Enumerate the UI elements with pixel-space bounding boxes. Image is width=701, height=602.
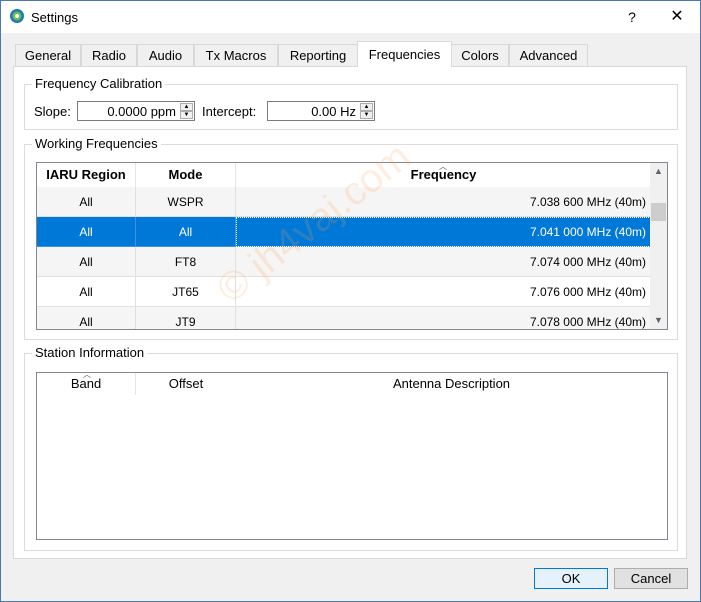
table-row[interactable]: All WSPR 7.038 600 MHz (40m) [37,187,651,217]
column-header-offset[interactable]: Offset [136,373,236,395]
scroll-thumb[interactable] [651,203,666,221]
tab-radio[interactable]: Radio [81,44,137,66]
slope-spinbox[interactable]: 0.0000 ppm ▲ ▼ [77,101,195,121]
tab-colors[interactable]: Colors [451,44,509,66]
frequency-calibration-legend: Frequency Calibration [32,76,166,91]
slope-up-arrow-icon[interactable]: ▲ [180,103,193,111]
cell-region: All [37,187,136,217]
working-frequencies-table: IARU Region Mode Frequency ︿ All WSPR 7.… [36,162,668,330]
slope-value: 0.0000 ppm [107,104,176,119]
tab-frequencies[interactable]: Frequencies [357,41,452,67]
tab-general[interactable]: General [15,44,81,66]
sort-ascending-icon: ︿ [439,162,447,171]
cell-region: All [37,247,136,277]
cancel-button[interactable]: Cancel [614,568,688,589]
table-row[interactable]: All FT8 7.074 000 MHz (40m) [37,247,651,277]
cell-mode: JT65 [136,277,236,307]
slope-down-arrow-icon[interactable]: ▼ [180,111,193,119]
cell-mode: All [136,217,236,247]
cell-region: All [37,217,136,247]
cell-frequency: 7.038 600 MHz (40m) [236,187,651,217]
column-header-antenna-description[interactable]: Antenna Description [236,373,667,395]
title-bar: Settings ? ✕ [1,1,700,33]
frequencies-pane: Frequency Calibration Slope: 0.0000 ppm … [13,66,687,559]
table-row[interactable]: All JT65 7.076 000 MHz (40m) [37,277,651,307]
station-information-table: Band ︿ Offset Antenna Description [36,370,668,540]
cell-region: All [37,277,136,307]
tab-reporting[interactable]: Reporting [278,44,358,66]
tab-advanced[interactable]: Advanced [509,44,588,66]
cell-mode: WSPR [136,187,236,217]
help-button[interactable]: ? [617,7,647,27]
app-logo-icon [10,9,24,23]
cell-mode: FT8 [136,247,236,277]
cell-frequency: 7.074 000 MHz (40m) [236,247,651,277]
intercept-value: 0.00 Hz [311,104,356,119]
cell-frequency: 7.076 000 MHz (40m) [236,277,651,307]
cell-frequency: 7.041 000 MHz (40m) [236,217,651,247]
station-information-legend: Station Information [32,345,148,360]
intercept-spinbox[interactable]: 0.00 Hz ▲ ▼ [267,101,375,121]
intercept-label: Intercept: [202,104,257,119]
cell-frequency: 7.078 000 MHz (40m) [236,307,651,329]
working-frequencies-legend: Working Frequencies [32,136,161,151]
close-button[interactable]: ✕ [657,7,697,27]
table-row-selected[interactable]: All All 7.041 000 MHz (40m) [37,217,651,247]
cell-mode: JT9 [136,307,236,329]
cell-region: All [37,307,136,329]
column-header-iaru-region[interactable]: IARU Region [37,163,136,187]
tab-audio[interactable]: Audio [137,44,194,66]
slope-label: Slope: [34,104,71,119]
vertical-scrollbar[interactable]: ▲ ▼ [650,163,667,329]
settings-window: Settings ? ✕ General Radio Audio Tx Macr… [0,0,701,602]
tab-tx-macros[interactable]: Tx Macros [194,44,278,66]
scroll-up-arrow-icon[interactable]: ▲ [650,163,667,180]
intercept-up-arrow-icon[interactable]: ▲ [360,103,373,111]
ok-button[interactable]: OK [534,568,608,589]
sort-ascending-icon: ︿ [83,370,91,379]
scroll-down-arrow-icon[interactable]: ▼ [650,312,667,329]
column-header-mode[interactable]: Mode [136,163,236,187]
table-row[interactable]: All JT9 7.078 000 MHz (40m) [37,307,651,329]
intercept-down-arrow-icon[interactable]: ▼ [360,111,373,119]
window-title: Settings [31,10,78,25]
